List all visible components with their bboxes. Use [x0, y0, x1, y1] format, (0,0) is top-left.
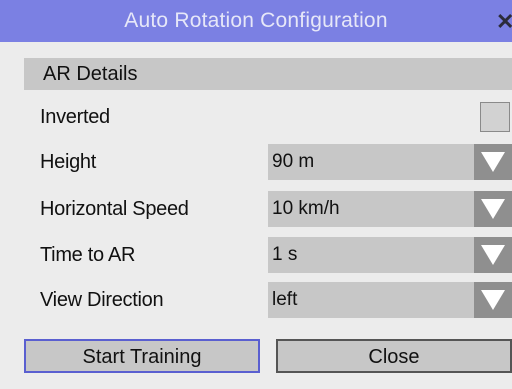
inverted-label: Inverted	[40, 106, 110, 128]
time-to-ar-select[interactable]: 1 s	[268, 237, 512, 273]
inverted-checkbox[interactable]	[480, 102, 510, 132]
height-select[interactable]: 90 m	[268, 144, 512, 180]
dropdown-arrow-icon[interactable]	[474, 237, 512, 273]
dropdown-arrow-icon[interactable]	[474, 144, 512, 180]
close-button[interactable]: Close	[276, 339, 512, 373]
view-direction-label: View Direction	[40, 289, 164, 311]
section-header-ar-details: AR Details	[24, 58, 512, 90]
height-label: Height	[40, 151, 97, 173]
height-value: 90 m	[272, 151, 315, 172]
title-bar[interactable]: Auto Rotation Configuration ✕	[0, 0, 512, 42]
view-direction-value: left	[272, 289, 298, 310]
horizontal-speed-value: 10 km/h	[272, 198, 340, 219]
dropdown-arrow-icon[interactable]	[474, 282, 512, 318]
dropdown-arrow-icon[interactable]	[474, 191, 512, 227]
time-to-ar-label: Time to AR	[40, 244, 136, 266]
auto-rotation-config-dialog: Auto Rotation Configuration ✕ AR Details…	[0, 0, 512, 389]
horizontal-speed-label: Horizontal Speed	[40, 198, 189, 220]
section-title: AR Details	[43, 63, 138, 85]
horizontal-speed-select[interactable]: 10 km/h	[268, 191, 512, 227]
view-direction-select[interactable]: left	[268, 282, 512, 318]
start-training-button[interactable]: Start Training	[24, 339, 260, 373]
time-to-ar-value: 1 s	[272, 244, 298, 265]
window-title: Auto Rotation Configuration	[124, 9, 388, 32]
close-window-icon[interactable]: ✕	[496, 11, 512, 33]
